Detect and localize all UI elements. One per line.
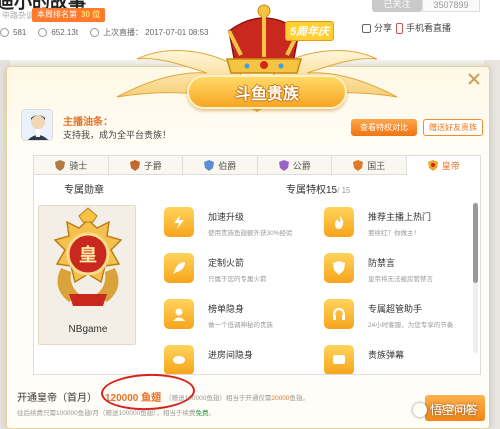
anniversary-badge: 5周年庆 [285,21,335,41]
viewer-count: 581 [13,27,27,37]
king-badge-icon [353,159,364,171]
price-line: 开通皇帝（首月） 120000 鱼翅 （赠送100000鱼翅）相当于开通仅需20… [17,389,309,404]
price-value: 120000 鱼翅 [105,393,162,404]
perk-scrollbar[interactable] [473,203,478,353]
renew-note: 往后续费只需100000鱼翅/月（赠送100000鱼翅），相当于续费免费。 [17,410,215,417]
knight-badge-icon [55,159,66,171]
room-category[interactable]: 中路杂谈 [2,10,34,21]
anchor-name: 主播油条： [63,117,113,128]
medal-name: NBgame [68,324,108,335]
gift-note: （赠送100000鱼翅）相当于开通仅需20000鱼翅。 [165,394,309,402]
medal-section-title: 专属勋章 [64,185,104,196]
hidden-icon [164,345,194,374]
weekly-rank-badge: 本周排名第 30 位 [32,8,106,22]
anchor-row: 主播油条： 支持我，成为全平台贵族！ 查看特权对比 赠送好友贵族 [21,109,483,149]
perk-anti-mute: 防禁言 皇帝将无法被房管禁言 [324,249,474,293]
stealth-icon [164,299,194,329]
anchor-portrait-icon [22,110,52,140]
rank-tabs: 骑士 子爵 伯爵 公爵 国王 皇帝 [33,155,481,175]
perk-hot-recommend: 推荐主播上热门 要续红？你做主！ [324,203,474,247]
perk-custom-rocket: 定制火箭 只属于您的专属火箭 [164,249,314,293]
barrage-icon [324,345,354,374]
perk-list: 加速升级 使用贵族鱼翅额外获30%经验 推荐主播上热门 要续红？你做主！ 定制火… [164,197,480,374]
plan-label: 开通皇帝（首月） [17,393,97,404]
anchor-message: 支持我，成为全平台贵族！ [63,130,172,140]
headset-icon [324,299,354,329]
fire-icon [324,207,354,237]
scrollbar-thumb[interactable] [473,203,478,283]
viscount-badge-icon [129,159,140,171]
heat-icon [38,27,48,37]
medal-emblem-char: 皇 [79,244,97,266]
shield-icon [324,253,354,283]
tab-earl[interactable]: 伯爵 [183,155,258,175]
close-button[interactable] [465,71,483,89]
perk-enter-stealth: 进房间隐身 [164,341,314,374]
tab-king[interactable]: 国王 [332,155,407,175]
perk-rank-stealth: 榜单隐身 做一个低调神秘的贵族 [164,295,314,339]
privileges-title: 专属特权15/ 15 [286,185,351,196]
noble-modal: 5周年庆 斗鱼贵族 主播油条： 支持我，成为全平台贵族！ 查看特权对比 赠送好友… [6,4,490,429]
viewer-icon [0,27,9,37]
earl-badge-icon [204,159,215,171]
perk-noble-barrage: 贵族弹幕 [324,341,474,374]
purchase-footer: 开通皇帝（首月） 120000 鱼翅 （赠送100000鱼翅）相当于开通仅需20… [15,372,485,427]
crown-icon [226,4,302,74]
close-icon [468,72,480,85]
view-privileges-button[interactable]: 查看特权对比 [351,119,417,136]
perk-admin-assistant: 专属超管助手 24小时客服，为您专享的节奏 [324,295,474,339]
duke-badge-icon [278,159,289,171]
tab-knight[interactable]: 骑士 [33,155,109,175]
noble-logo: 斗鱼贵族 [187,75,347,109]
emperor-badge-icon [427,159,438,171]
tab-emperor[interactable]: 皇帝 [406,155,481,175]
tab-viscount[interactable]: 子爵 [108,155,183,175]
watermark-logo-icon [413,402,427,417]
medal-card: 皇 NBgame [38,205,136,345]
emperor-medal-icon: 皇 [53,207,123,306]
watermark: 悟空问答 [413,401,478,418]
gift-noble-button[interactable]: 赠送好友贵族 [423,119,483,136]
anchor-avatar[interactable] [21,109,53,141]
lightning-icon [164,207,194,237]
rocket-icon [164,253,194,283]
clock-icon [90,27,100,37]
perk-speed-up: 加速升级 使用贵族鱼翅额外获30%经验 [164,203,314,247]
privilege-panel: 专属勋章 皇 NBgame 专属特权15/ 15 加速升级 使用贵族鱼翅额外获3… [33,175,481,375]
fans-count: 3507899 [422,0,480,12]
heat-value: 652.13t [51,27,79,37]
tab-duke[interactable]: 公爵 [257,155,332,175]
